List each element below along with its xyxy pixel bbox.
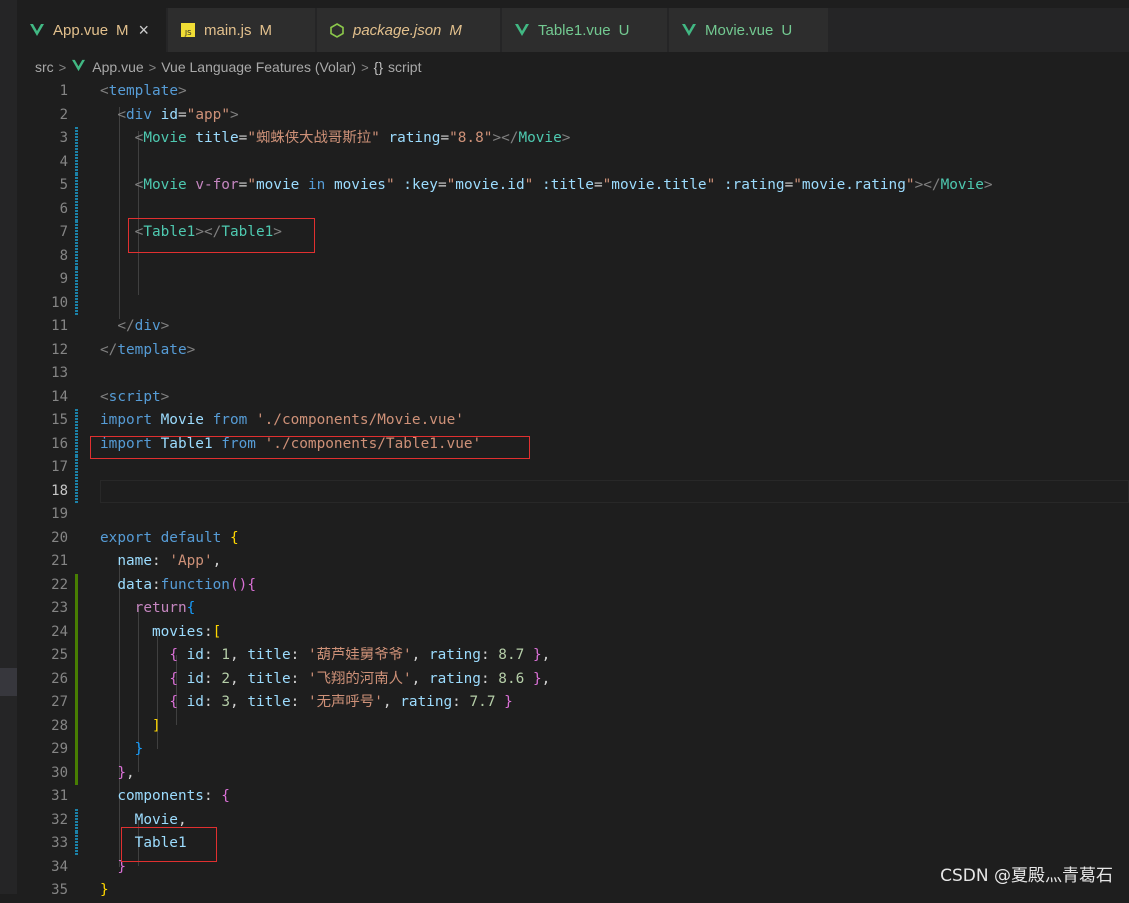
git-change-indicator[interactable] (75, 197, 78, 221)
code-line: { id: 2, title: '飞翔的河南人', rating: 8.6 }, (169, 670, 551, 687)
js-icon: JS (180, 22, 196, 38)
line-number: 8 (59, 247, 68, 264)
svg-text:JS: JS (184, 29, 192, 37)
line-number: 6 (59, 200, 68, 217)
code-line: <Movie v-for="movie in movies" :key="mov… (100, 177, 993, 193)
breadcrumb-src[interactable]: src (35, 59, 54, 75)
tab-status: M (116, 21, 129, 39)
git-change-indicator[interactable] (75, 456, 78, 480)
git-change-indicator[interactable] (75, 150, 78, 174)
activity-bar-marker (0, 668, 17, 696)
braces-icon: {} (373, 59, 384, 75)
code-line: }, (117, 764, 135, 781)
code-line: components: { (100, 788, 230, 804)
tab-status: U (618, 21, 630, 39)
line-number: 19 (51, 506, 68, 522)
code-line: <Movie title="蜘蛛侠大战哥斯拉" rating="8.8"></M… (100, 130, 571, 146)
vue-icon (29, 22, 45, 38)
tab-table1-vue[interactable]: Table1.vue U (502, 8, 668, 52)
breadcrumb-file[interactable]: App.vue (92, 59, 143, 75)
highlight-box-import-table1 (90, 436, 530, 459)
tab-label: main.js (204, 21, 252, 39)
line-number: 17 (51, 459, 68, 475)
chevron-right-icon: > (361, 59, 369, 75)
tab-label: App.vue (53, 21, 109, 39)
close-icon[interactable]: × (139, 20, 150, 41)
breadcrumb: src > App.vue > Vue Language Features (V… (17, 54, 1129, 80)
tab-app-vue[interactable]: App.vue M × (17, 8, 167, 52)
highlight-box-component-table1 (121, 827, 217, 862)
code-line: } (134, 741, 144, 757)
watermark: CSDN @夏殿灬青葛石 (940, 866, 1113, 886)
git-change-indicator[interactable] (75, 268, 78, 292)
code-line: data:function(){ (100, 576, 256, 593)
code-line: <div id="app"> (100, 106, 239, 123)
breadcrumb-language[interactable]: Vue Language Features (Volar) (161, 59, 356, 75)
tab-status: M (449, 21, 462, 39)
line-number: 9 (59, 271, 68, 287)
line-number: 13 (51, 365, 68, 381)
line-number: 10 (51, 294, 68, 311)
tab-movie-vue[interactable]: Movie.vue U (669, 8, 829, 52)
code-line: import Movie from './components/Movie.vu… (100, 412, 464, 428)
activity-bar (0, 0, 17, 894)
code-line: ] (151, 717, 161, 734)
chevron-right-icon: > (148, 59, 157, 75)
tab-label: Table1.vue (538, 21, 611, 39)
breadcrumb-script[interactable]: script (388, 59, 421, 75)
tab-package-json[interactable]: package.json M (317, 8, 501, 52)
code-line: { id: 3, title: '无声呼号', rating: 7.7 } (169, 694, 513, 710)
git-change-indicator[interactable] (75, 244, 78, 268)
code-line: </template> (100, 341, 196, 358)
code-line: export default { (100, 529, 239, 546)
code-line: } (100, 882, 109, 898)
code-line: <template> (100, 83, 187, 99)
highlight-box-table1-tag (128, 218, 315, 253)
current-line-highlight (100, 480, 1129, 503)
git-change-indicator[interactable] (75, 479, 78, 503)
tab-label: package.json (353, 21, 442, 39)
tab-status: M (259, 21, 273, 39)
code-line: </div> (100, 318, 170, 334)
editor-tab-bar: App.vue M × JS main.js M package.json M … (17, 8, 1129, 52)
line-number: 18 (51, 482, 68, 499)
line-number: 4 (59, 153, 68, 170)
code-line: <script> (100, 388, 170, 405)
chevron-right-icon: > (58, 59, 67, 75)
code-line: { id: 1, title: '葫芦娃舅爷爷', rating: 8.7 }, (169, 647, 551, 663)
vue-icon (71, 59, 86, 75)
tab-main-js[interactable]: JS main.js M (168, 8, 316, 52)
vue-icon (514, 22, 530, 38)
vue-icon (681, 22, 697, 38)
tab-status: U (781, 21, 793, 39)
git-change-indicator[interactable] (75, 291, 78, 315)
code-line: name: 'App', (100, 553, 222, 569)
code-line: return{ (100, 600, 196, 616)
code-line: movies:[ (100, 623, 222, 640)
code-editor[interactable]: 1 2 3 4 5 6 7 8 9 10 11 12 13 14 15 16 17 18 19 20 21 22 23 24 2… (17, 80, 1129, 898)
tab-label: Movie.vue (705, 21, 774, 39)
nodejs-icon (329, 22, 345, 38)
indent-guide (138, 131, 139, 295)
